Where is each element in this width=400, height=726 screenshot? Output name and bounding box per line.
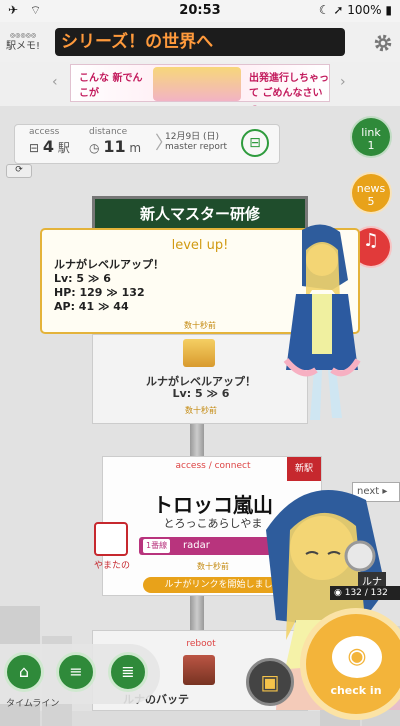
- access-unit: 駅: [57, 141, 70, 155]
- ad-text-left: こんな 新でんこが: [79, 73, 143, 99]
- ad-prev-icon[interactable]: ‹: [52, 74, 58, 90]
- app-logo-dots: ◎◎◎◎◎: [9, 32, 37, 39]
- train-icon[interactable]: ⊟: [241, 129, 269, 157]
- link-button[interactable]: link 1: [350, 116, 392, 158]
- timeline-label: タイムライン: [6, 699, 60, 709]
- status-right-icons: ☾ ➚ 100% ▮: [318, 3, 392, 17]
- ad-banner[interactable]: こんな 新でんこが 出発進行しちゃって ごめんなさいっ……: [70, 64, 330, 114]
- station-list-icon[interactable]: ≣: [108, 652, 148, 692]
- levelup-line4: AP: 41 ≫ 44: [54, 300, 129, 313]
- radar-tag: 1番線: [143, 539, 171, 553]
- ad-character-image: [153, 67, 241, 101]
- levelup-line1: ルナがレベルアップ！: [54, 258, 164, 271]
- refresh-icon[interactable]: ⟳: [6, 164, 32, 178]
- train-small-icon: ⊟: [29, 141, 40, 155]
- distance-label: distance: [89, 127, 128, 137]
- ad-banner-area: ‹ こんな 新でんこが 出発進行しちゃって ごめんなさいっ…… ›: [0, 62, 400, 114]
- check-in-icon: ◉: [332, 636, 382, 678]
- luna-character: [283, 224, 361, 420]
- luna-avatar: [183, 339, 215, 367]
- partner-status: ルナ ◉ 132 / 132: [330, 572, 400, 602]
- app-logo-text: 駅メモ!: [6, 41, 41, 52]
- bottom-nav: ⌂ ≡ ≣ タイムライン: [0, 644, 160, 711]
- yamatano-avatar[interactable]: やまたの: [92, 522, 132, 576]
- distance-value: 11: [103, 137, 126, 156]
- item-bag-icon[interactable]: ▣: [246, 658, 294, 706]
- levelup-line3: HP: 129 ≫ 132: [54, 286, 145, 299]
- check-in-label: check in: [330, 684, 382, 697]
- home-icon[interactable]: ⌂: [4, 652, 44, 692]
- access-block: access ⊟ 4 駅: [29, 127, 70, 156]
- master-report-link[interactable]: 12月9日 (日) master report: [165, 129, 227, 152]
- gear-icon[interactable]: [372, 32, 394, 54]
- ad-next-icon[interactable]: ›: [340, 74, 346, 90]
- news-count: 5: [367, 195, 375, 208]
- access-label: access: [29, 127, 60, 137]
- yamatano-image: [94, 522, 128, 556]
- access-value: 4: [42, 137, 55, 156]
- reboot-image: [183, 655, 215, 685]
- radar-label: radar: [183, 540, 210, 551]
- clock-icon: ◷: [89, 141, 100, 155]
- news-ticker[interactable]: シリーズ！の世界へ: [55, 28, 345, 56]
- app-logo[interactable]: ◎◎◎◎◎ 駅メモ!: [6, 30, 40, 52]
- distance-unit: m: [129, 141, 142, 155]
- check-in-button[interactable]: ◉ check in: [300, 608, 400, 720]
- info-panel: access ⊟ 4 駅 distance ◷ 11 m 〉 12月9日 (日)…: [14, 124, 280, 164]
- news-label: news: [356, 182, 386, 195]
- link-count: 1: [367, 139, 375, 152]
- report-date: 12月9日 (日): [165, 132, 220, 142]
- timeline-list-icon[interactable]: ≡: [56, 652, 96, 692]
- report-label: master report: [165, 142, 228, 152]
- status-bar: ✈ ⌔ 20:53 ☾ ➚ 100% ▮: [0, 0, 400, 22]
- yamatano-name: やまたの: [93, 561, 130, 571]
- distance-block: distance ◷ 11 m: [89, 127, 141, 156]
- news-button[interactable]: news 5: [350, 172, 392, 214]
- levelup-details: ルナがレベルアップ！ Lv: 5 ≫ 6 HP: 129 ≫ 132 AP: 4…: [54, 258, 164, 314]
- levelup-line2: Lv: 5 ≫ 6: [54, 272, 111, 285]
- link-label: link: [361, 126, 381, 139]
- partner-hp: ◉ 132 / 132: [330, 586, 400, 600]
- header: ◎◎◎◎◎ 駅メモ! シリーズ！の世界へ: [0, 22, 400, 62]
